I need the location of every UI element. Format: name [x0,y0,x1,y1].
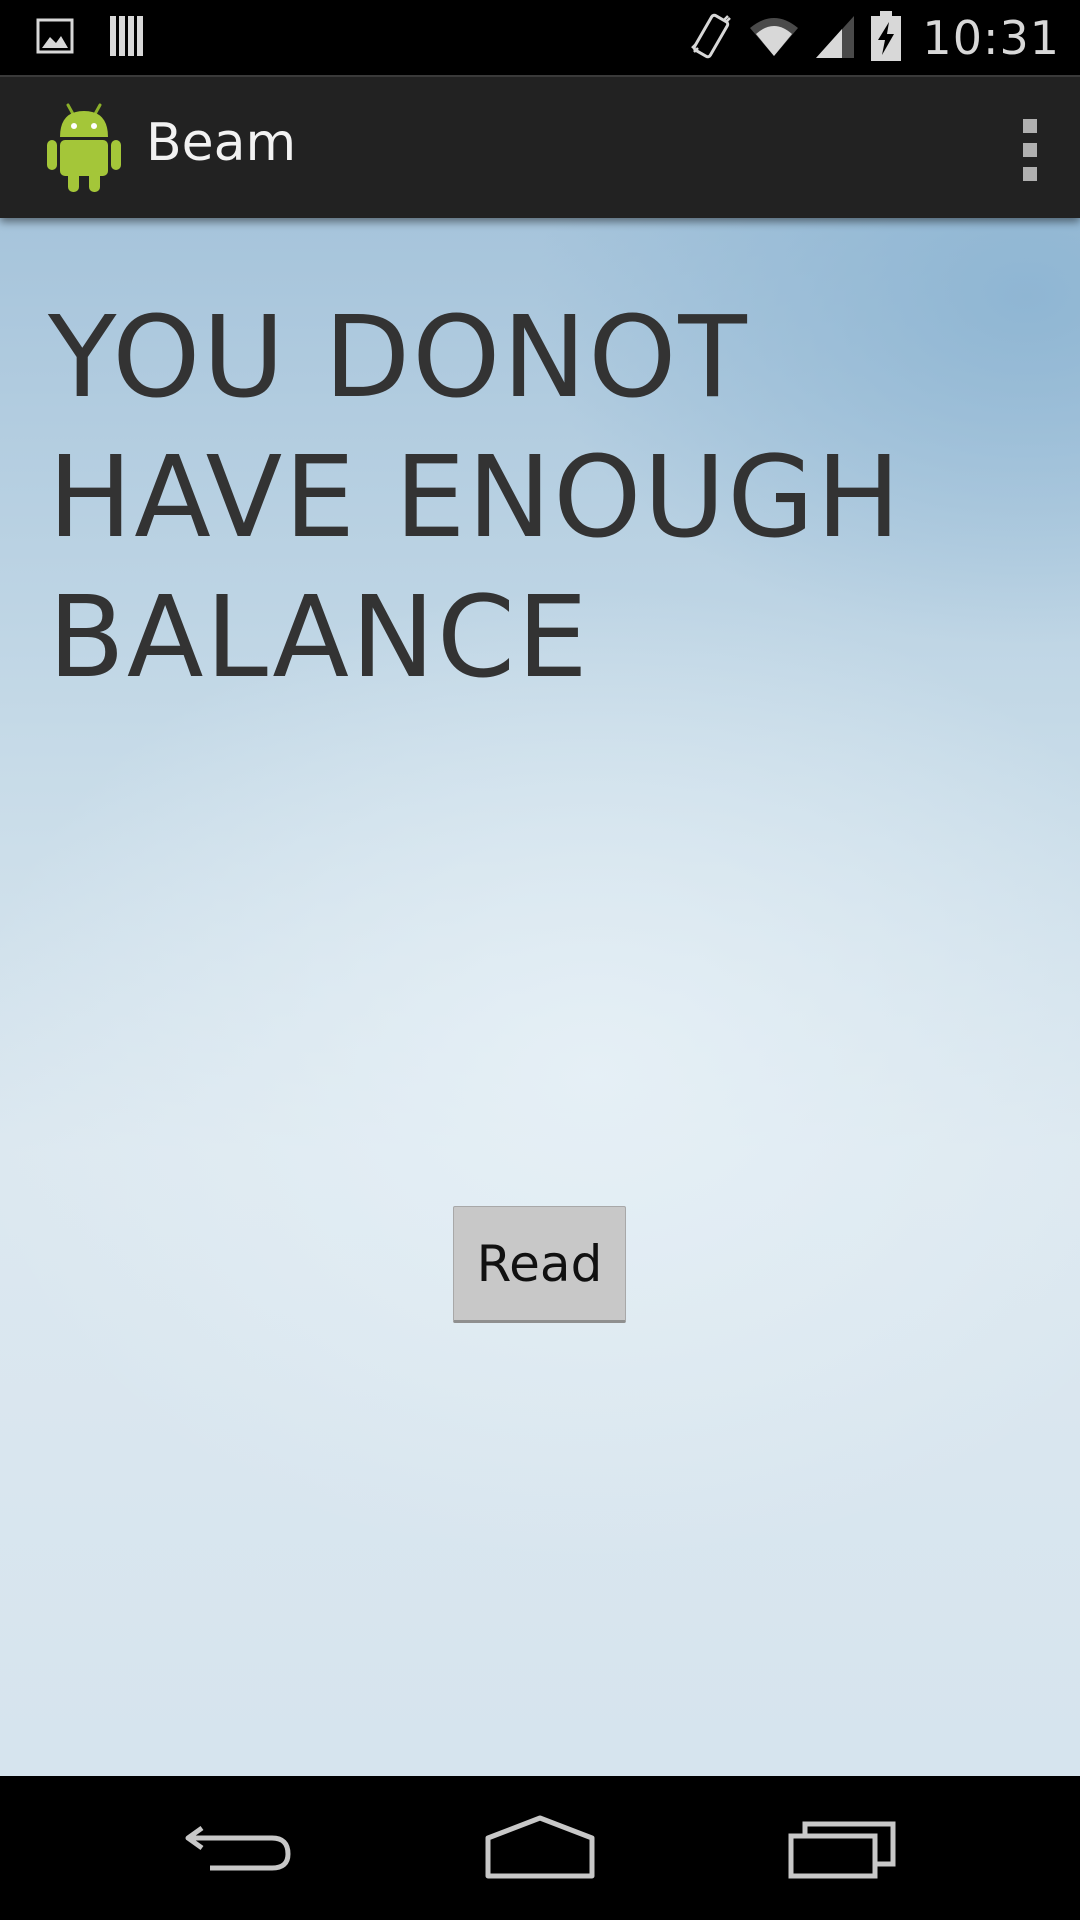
main-content: YOU DONOT HAVE ENOUGH BALANCE Read [0,218,1080,1776]
notification-icons [36,14,146,62]
vibrate-icon [688,10,734,66]
app-title: Beam [146,113,297,173]
overflow-menu-icon[interactable] [1018,119,1042,181]
balance-message: YOU DONOT HAVE ENOUGH BALANCE [48,293,903,703]
overflow-dot [1023,143,1037,157]
clock: 10:31 [922,11,1060,65]
gallery-notification-icon [36,17,74,59]
back-icon[interactable] [180,1806,300,1886]
system-icons: 10:31 [688,8,1060,68]
battery-charging-icon [870,10,902,66]
recents-icon[interactable] [783,1806,903,1886]
action-bar: Beam [0,75,1080,218]
overflow-dot [1023,167,1037,181]
navigation-bar [0,1776,1080,1920]
status-bar: 10:31 [0,0,1080,75]
home-icon[interactable] [480,1806,600,1886]
barcode-notification-icon [108,14,146,62]
android-robot-icon[interactable] [44,101,124,193]
read-button[interactable]: Read [453,1206,626,1323]
wifi-icon [748,14,800,62]
device-screen: 10:31 Beam YOU DONOT HAVE ENOUGH BALANCE… [0,0,1080,1920]
cell-signal-icon [814,12,856,64]
overflow-dot [1023,119,1037,133]
